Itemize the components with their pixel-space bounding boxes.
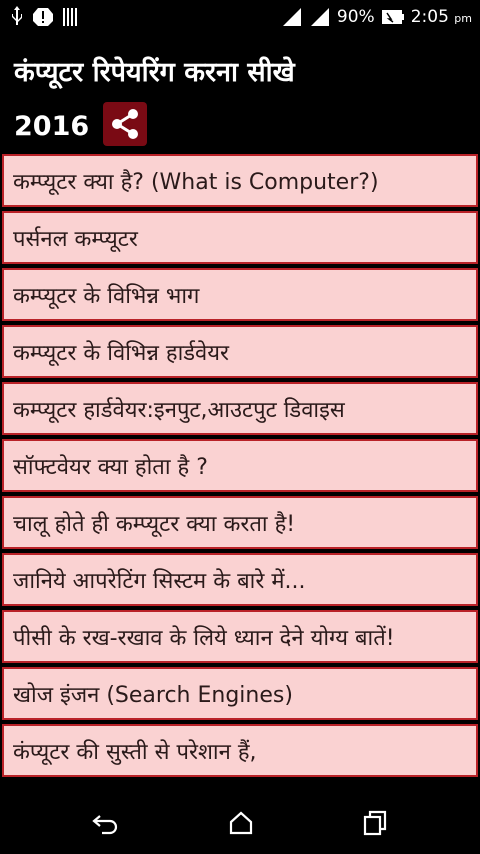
list-item[interactable]: चालू होते ही कम्प्यूटर क्या करता है! — [2, 496, 478, 549]
list-item[interactable]: जानिये आपरेटिंग सिस्टम के बारे में... — [2, 553, 478, 606]
app-header: कंप्यूटर रिपेयरिंग करना सीखे 2016 — [0, 36, 480, 148]
list-item[interactable]: कम्प्यूटर के विभिन्न भाग — [2, 268, 478, 321]
status-bar: 90% 2:05 pm — [0, 0, 480, 36]
list-item[interactable]: सॉफ्टवेयर क्या होता है ? — [2, 439, 478, 492]
topic-list: कम्प्यूटर क्या है? (What is Computer?) प… — [0, 154, 480, 781]
navigation-bar — [0, 792, 480, 854]
notification-icons — [10, 6, 80, 28]
list-item[interactable]: पर्सनल कम्प्यूटर — [2, 211, 478, 264]
list-item-label: पर्सनल कम्प्यूटर — [13, 226, 138, 252]
barcode-icon — [63, 8, 77, 26]
title-text: कंप्यूटर रिपेयरिंग करना सीखे — [14, 57, 295, 88]
share-button[interactable] — [103, 101, 148, 146]
signal-icon-2 — [310, 8, 329, 26]
clock: 2:05 pm — [410, 7, 472, 27]
page-title: कंप्यूटर रिपेयरिंग करना सीखे 2016 — [14, 46, 454, 154]
list-item-label: कम्प्यूटर क्या है? (What is Computer?) — [13, 169, 379, 195]
list-item[interactable]: खोज इंजन (Search Engines) — [2, 667, 478, 720]
recent-apps-icon[interactable] — [360, 808, 390, 838]
list-item-label: कम्प्यूटर के विभिन्न भाग — [13, 283, 200, 309]
list-item-label: खोज इंजन (Search Engines) — [13, 682, 293, 708]
list-item-label: कम्प्यूटर के विभिन्न हार्डवेयर — [13, 340, 230, 366]
home-icon[interactable] — [226, 808, 256, 838]
system-status: 90% 2:05 pm — [281, 6, 472, 28]
list-item-label: सॉफ्टवेयर क्या होता है ? — [13, 454, 208, 480]
list-item-label: कम्प्यूटर हार्डवेयर:इनपुट,आउटपुट डिवाइस — [13, 397, 345, 423]
battery-icon — [381, 10, 404, 24]
list-item[interactable]: कम्प्यूटर क्या है? (What is Computer?) — [2, 154, 478, 207]
list-item[interactable]: कंप्यूटर की सुस्ती से परेशान हैं, — [2, 724, 478, 777]
title-year: 2016 — [14, 111, 90, 142]
list-item[interactable]: कम्प्यूटर के विभिन्न हार्डवेयर — [2, 325, 478, 378]
share-icon — [112, 108, 139, 139]
back-icon[interactable] — [90, 808, 120, 838]
signal-icon — [282, 8, 301, 26]
alert-icon — [33, 8, 53, 26]
usb-icon — [12, 6, 22, 25]
list-item-label: चालू होते ही कम्प्यूटर क्या करता है! — [13, 511, 296, 537]
battery-percent: 90% — [336, 7, 375, 27]
list-item-label: जानिये आपरेटिंग सिस्टम के बारे में... — [13, 568, 306, 594]
list-item-label: कंप्यूटर की सुस्ती से परेशान हैं, — [13, 739, 257, 765]
list-item[interactable]: पीसी के रख-रखाव के लिये ध्यान देने योग्य… — [2, 610, 478, 663]
list-item[interactable]: कम्प्यूटर हार्डवेयर:इनपुट,आउटपुट डिवाइस — [2, 382, 478, 435]
list-item-label: पीसी के रख-रखाव के लिये ध्यान देने योग्य… — [13, 625, 395, 651]
